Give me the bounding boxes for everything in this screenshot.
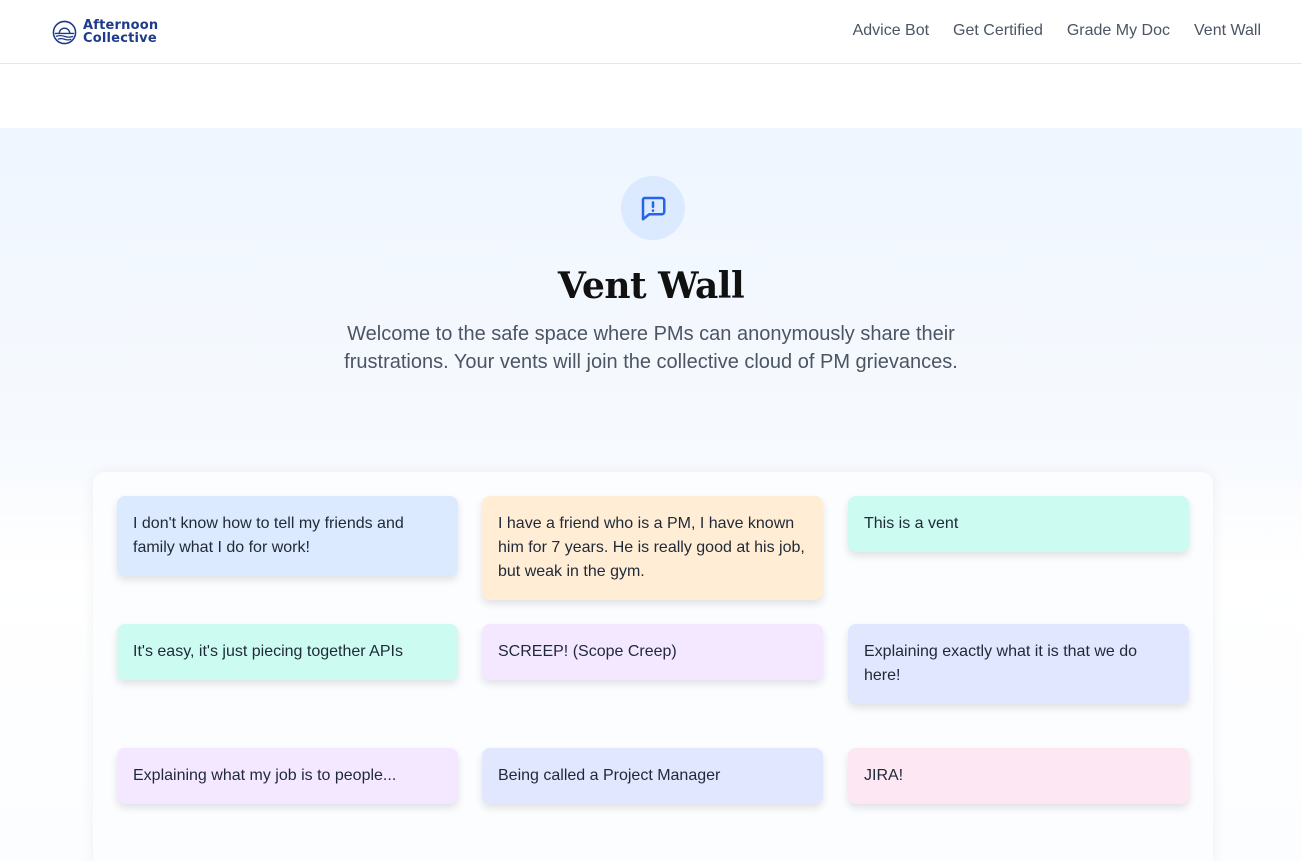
- vent-note-text: It's easy, it's just piecing together AP…: [133, 643, 403, 660]
- nav-link-get-certified[interactable]: Get Certified: [953, 20, 1043, 42]
- page-subtitle: Welcome to the safe space where PMs can …: [344, 323, 958, 373]
- vent-note[interactable]: This is a vent: [848, 496, 1189, 552]
- main-nav: Advice Bot Get Certified Grade My Doc Ve…: [853, 20, 1261, 42]
- vent-note[interactable]: I have a friend who is a PM, I have know…: [482, 496, 823, 600]
- vent-note[interactable]: SCREEP! (Scope Creep): [482, 624, 823, 680]
- vent-note-text: Explaining exactly what it is that we do…: [864, 643, 1138, 684]
- nav-link-advice-bot[interactable]: Advice Bot: [853, 20, 929, 42]
- vent-note-text: JIRA!: [864, 767, 904, 784]
- vent-note-text: Explaining what my job is to people...: [133, 767, 397, 784]
- vent-note[interactable]: JIRA!: [848, 748, 1189, 804]
- top-navigation-bar: Afternoon Collective Advice Bot Get Cert…: [0, 0, 1302, 64]
- vent-note-text: I don't know how to tell my friends and …: [133, 515, 404, 556]
- message-alert-icon: [641, 196, 666, 221]
- vent-note-text: Being called a Project Manager: [498, 767, 721, 784]
- vent-note[interactable]: I don't know how to tell my friends and …: [117, 496, 458, 576]
- vent-note[interactable]: It's easy, it's just piecing together AP…: [117, 624, 458, 680]
- hero-icon-circle: [621, 176, 685, 240]
- afternoon-collective-logo[interactable]: Afternoon Collective: [52, 17, 158, 47]
- vent-note-text: I have a friend who is a PM, I have know…: [498, 515, 805, 580]
- logo-line-2: Collective: [83, 31, 157, 46]
- vent-note[interactable]: Explaining exactly what it is that we do…: [848, 624, 1189, 704]
- vent-note[interactable]: Explaining what my job is to people...: [117, 748, 458, 804]
- logo-wordmark: Afternoon Collective: [83, 19, 158, 45]
- nav-link-vent-wall[interactable]: Vent Wall: [1194, 20, 1261, 42]
- nav-link-grade-my-doc[interactable]: Grade My Doc: [1067, 20, 1170, 42]
- logo-sun-wave-icon: [52, 20, 77, 44]
- vent-note[interactable]: Being called a Project Manager: [482, 748, 823, 804]
- page-title: Vent Wall: [557, 265, 745, 307]
- vent-note-text: This is a vent: [864, 515, 959, 532]
- vent-note-text: SCREEP! (Scope Creep): [498, 643, 677, 660]
